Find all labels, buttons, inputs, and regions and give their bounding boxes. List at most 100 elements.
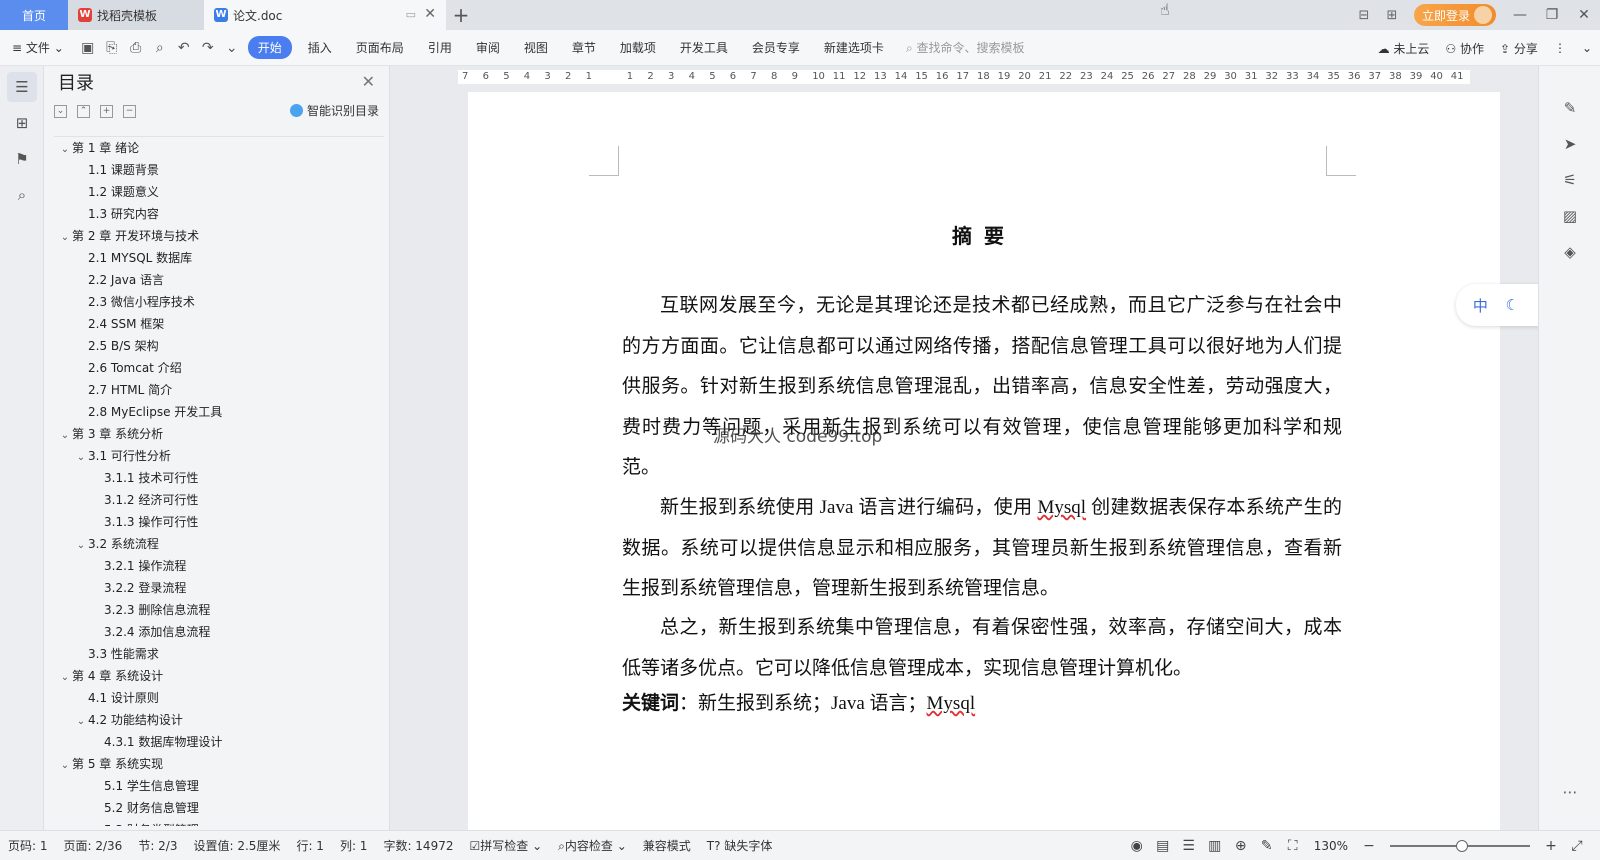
toc-item[interactable]: 3.2.3 删除信息流程 [54,599,384,621]
toc-item[interactable]: 2.3 微信小程序技术 [54,291,384,313]
collapse-ribbon-icon[interactable]: ⌄ [1574,41,1600,55]
ime-chinese[interactable]: 中 [1473,295,1488,316]
page-view-icon[interactable]: ▤ [1150,838,1176,854]
chevron-down-icon[interactable]: ⌄ [58,755,72,777]
toc-item[interactable]: ⌄ 第 5 章 系统实现 [54,753,384,775]
toc-item[interactable]: 2.1 MYSQL 数据库 [54,247,384,269]
zoom-in-icon[interactable]: + [1538,838,1564,854]
tab-page-layout[interactable]: 页面布局 [344,39,416,56]
toc-icon[interactable]: ☰ [7,72,37,102]
file-menu[interactable]: ≡ 文件 ⌄ [0,39,76,56]
zoom-knob[interactable] [1456,840,1468,852]
toc-item[interactable]: 1.2 课题意义 [54,181,384,203]
toc-item[interactable]: ⌄ 3.1 可行性分析 [54,445,384,467]
tab-start[interactable]: 开始 [247,36,292,59]
minimize-icon[interactable]: — [1504,7,1536,23]
outline-view-icon[interactable]: ☰ [1176,838,1202,854]
toc-item[interactable]: 1.1 课题背景 [54,159,384,181]
toc-item[interactable]: 1.3 研究内容 [54,203,384,225]
chevron-down-icon[interactable]: ⌄ [58,227,72,249]
fullscreen-icon[interactable]: ⤢ [1564,838,1590,854]
reading-view-icon[interactable]: ▥ [1202,838,1228,854]
edit-icon[interactable]: ✎ [1254,838,1280,854]
tab-new[interactable]: 新建选项卡 [812,39,896,56]
tab-review[interactable]: 审阅 [464,39,512,56]
tab-insert[interactable]: 插入 [296,39,344,56]
remove-heading-icon[interactable]: − [123,104,136,118]
new-tab-button[interactable]: + [446,0,476,30]
chevron-down-icon[interactable]: ⌄ [74,711,88,733]
tab-references[interactable]: 引用 [416,39,464,56]
tab-chapter[interactable]: 章节 [560,39,608,56]
chevron-down-icon[interactable]: ⌄ [74,447,88,469]
toc-item[interactable]: ⌄ 第 3 章 系统分析 [54,423,384,445]
tab-addins[interactable]: 加载项 [608,39,668,56]
pin-icon[interactable]: ▭ [406,8,416,21]
toc-item[interactable]: 2.4 SSM 框架 [54,313,384,335]
tab-document[interactable]: W 论文.doc ▭ ✕ [204,0,446,30]
more-icon[interactable]: ⋮ [1546,41,1574,55]
spell-check-button[interactable]: ☑拼写检查 ⌄ [461,837,550,854]
image-tool-icon[interactable]: ▨ [1539,198,1600,234]
tab-home[interactable]: 首页 [0,0,68,30]
tab-template[interactable]: W 找稻壳模板 [68,0,204,30]
toc-item[interactable]: ⌄ 3.2 系统流程 [54,533,384,555]
print-icon[interactable]: ⎙ [124,40,148,56]
expand-all-icon[interactable]: ⌃ [77,104,90,118]
close-icon[interactable]: ✕ [362,72,375,91]
collab-button[interactable]: ⚇ 协作 [1437,40,1492,57]
toc-item[interactable]: ⌄ 第 4 章 系统设计 [54,665,384,687]
bookmark-icon[interactable]: ⚑ [7,144,37,174]
chevron-down-icon[interactable]: ⌄ [58,139,72,161]
eye-icon[interactable]: ◉ [1124,838,1150,854]
toc-item[interactable]: 5.1 学生信息管理 [54,775,384,797]
export-icon[interactable]: ⎘ [100,40,124,56]
toc-item[interactable]: ⌄ 第 1 章 绪论 [54,137,384,159]
toc-item[interactable]: 5.2 财务信息管理 [54,797,384,819]
toc-item[interactable]: 3.1.2 经济可行性 [54,489,384,511]
find-icon[interactable]: ⌕ [7,180,37,210]
settings-sliders-icon[interactable]: ⚟ [1539,162,1600,198]
toc-item[interactable]: ⌄ 第 2 章 开发环境与技术 [54,225,384,247]
document-page[interactable]: 摘要 互联网发展至今，无论是其理论还是技术都已经成熟，而且它广泛参与在社会中的方… [468,92,1500,830]
chevron-down-icon[interactable]: ⌄ [58,667,72,689]
zoom-slider[interactable] [1390,840,1530,852]
more-horizontal-icon[interactable]: ⋯ [1539,774,1600,810]
print-preview-icon[interactable]: ⌕ [148,40,172,56]
toc-item[interactable]: ⌄ 4.2 功能结构设计 [54,709,384,731]
web-view-icon[interactable]: ⊕ [1228,838,1254,854]
navigation-icon[interactable]: ⊞ [7,108,37,138]
select-cursor-icon[interactable]: ➤ [1539,126,1600,162]
moon-icon[interactable]: ☾ [1506,296,1519,314]
toc-item[interactable]: 3.3 性能需求 [54,643,384,665]
toc-item[interactable]: 4.3.1 数据库物理设计 [54,731,384,753]
tab-developer[interactable]: 开发工具 [668,39,740,56]
cloud-status[interactable]: ☁ 未上云 [1370,40,1438,57]
toc-item[interactable]: 2.8 MyEclipse 开发工具 [54,401,384,423]
toc-item[interactable]: 3.2.4 添加信息流程 [54,621,384,643]
location-icon[interactable]: ◈ [1539,234,1600,270]
grid-icon[interactable]: ⊞ [1378,8,1406,23]
toc-item[interactable]: 2.5 B/S 架构 [54,335,384,357]
chevron-down-icon[interactable]: ⌄ [74,535,88,557]
zoom-out-icon[interactable]: − [1356,838,1382,854]
more-quick-icon[interactable]: ⌄ [220,40,244,56]
missing-font-button[interactable]: T? 缺失字体 [699,837,781,854]
layout-icon[interactable]: ⊟ [1350,8,1378,23]
toc-item[interactable]: 3.2.1 操作流程 [54,555,384,577]
toc-item[interactable]: 3.1.1 技术可行性 [54,467,384,489]
close-tab-icon[interactable]: ✕ [424,6,436,22]
toc-item[interactable]: 3.1.3 操作可行性 [54,511,384,533]
add-heading-icon[interactable]: + [100,104,113,118]
collapse-all-icon[interactable]: ⌄ [54,104,67,118]
redo-icon[interactable]: ↷ [196,40,220,56]
toc-item[interactable]: 3.2.2 登录流程 [54,577,384,599]
toc-item[interactable]: 2.7 HTML 简介 [54,379,384,401]
undo-icon[interactable]: ↶ [172,40,196,56]
zoom-level[interactable]: 130% [1306,839,1356,853]
toc-item[interactable]: 2.2 Java 语言 [54,269,384,291]
login-button[interactable]: 立即登录 [1413,4,1496,26]
close-window-icon[interactable]: ✕ [1568,7,1600,23]
restore-icon[interactable]: ❐ [1536,7,1568,23]
content-check-button[interactable]: ⌕内容检查 ⌄ [550,837,635,854]
